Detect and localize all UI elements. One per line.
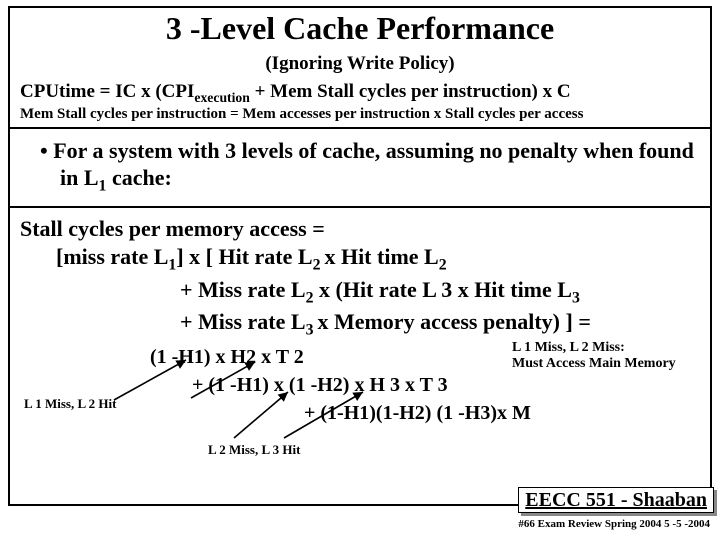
bullet-text: For a system with 3 levels of cache, ass… [53, 138, 694, 191]
slide-footer-meta: #66 Exam Review Spring 2004 5 -5 -2004 [518, 518, 710, 530]
arrow-l2miss-l3hit-2 [278, 388, 378, 443]
stall-eq-line2: + Miss rate L2 x (Hit rate L 3 x Hit tim… [20, 277, 700, 307]
footer-badge: EECC 551 - Shaaban [518, 489, 714, 512]
divider-top [10, 127, 710, 129]
expansion-block: (1 -H1) x H2 x T 2 + (1 -H1) x (1 -H2) x… [20, 346, 700, 476]
equation-memstall: Mem Stall cycles per instruction = Mem a… [20, 106, 700, 123]
equation-cputime: CPUtime = IC x (CPIexecution + Mem Stall… [20, 81, 700, 106]
bullet-point: • For a system with 3 levels of cache, a… [20, 137, 700, 197]
label-l2miss-l3hit: L 2 Miss, L 3 Hit [208, 442, 300, 458]
slide-frame: 3 -Level Cache Performance (Ignoring Wri… [8, 6, 712, 506]
course-badge: EECC 551 - Shaaban [518, 487, 714, 513]
label-l1miss-l2hit: L 1 Miss, L 2 Hit [24, 396, 116, 412]
stall-heading: Stall cycles per memory access = [20, 216, 700, 242]
stall-eq-line1: [miss rate L1] x [ Hit rate L2 x Hit tim… [20, 244, 700, 274]
miss-note-line2: Must Access Main Memory [512, 356, 676, 373]
miss-note-line1: L 1 Miss, L 2 Miss: [512, 340, 625, 357]
stall-eq-line3: + Miss rate L3 x Memory access penalty) … [20, 309, 700, 339]
slide-title: 3 -Level Cache Performance [20, 10, 700, 47]
slide-subtitle: (Ignoring Write Policy) [20, 53, 700, 75]
divider-mid [10, 206, 710, 208]
